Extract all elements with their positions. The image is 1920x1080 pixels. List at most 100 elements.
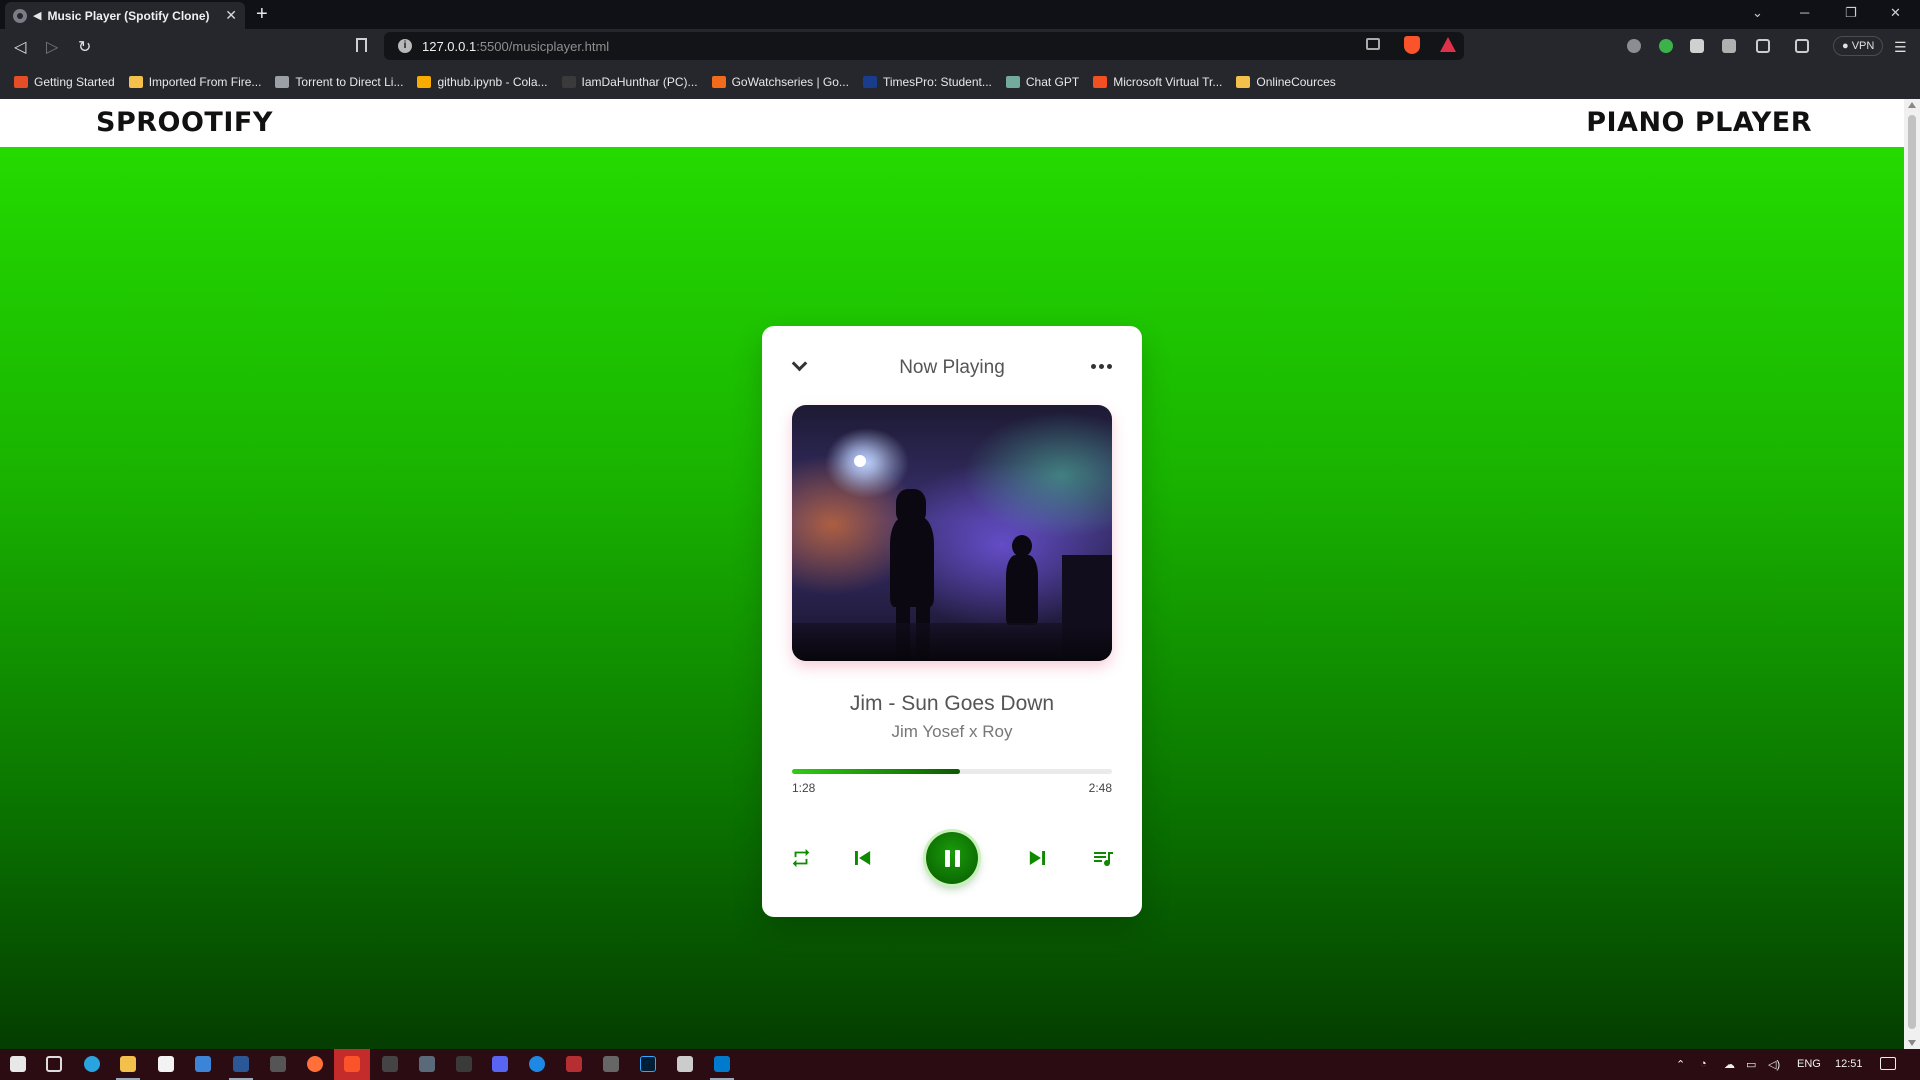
edge-icon[interactable]: [84, 1056, 100, 1072]
notification-icon[interactable]: [1880, 1057, 1896, 1070]
site-info-icon[interactable]: i: [398, 39, 412, 53]
onedrive-icon[interactable]: ☁: [1724, 1058, 1735, 1071]
page-scrollbar[interactable]: [1904, 99, 1920, 1049]
brave-rewards-icon[interactable]: [1440, 37, 1456, 52]
bookmark-label: Imported From Fire...: [148, 75, 262, 89]
bookmark-item[interactable]: OnlineCources: [1236, 75, 1336, 89]
nav-piano-player[interactable]: PIANO PLAYER: [1586, 107, 1812, 138]
more-options-icon[interactable]: [1091, 364, 1112, 369]
discord-icon[interactable]: [492, 1056, 508, 1072]
bookmark-item[interactable]: github.ipynb - Cola...: [417, 75, 548, 89]
close-window-button[interactable]: ✕: [1890, 5, 1901, 21]
bookmark-item[interactable]: TimesPro: Student...: [862, 75, 992, 89]
bookmark-favicon-icon: [417, 76, 432, 88]
forward-icon[interactable]: ▷: [46, 37, 58, 57]
queue-button[interactable]: [1088, 832, 1118, 884]
next-button[interactable]: [1018, 832, 1058, 884]
tab-search-icon[interactable]: ⌄: [1752, 5, 1763, 21]
scroll-up-icon[interactable]: [1908, 102, 1916, 108]
app-icon[interactable]: [529, 1056, 545, 1072]
previous-button[interactable]: [842, 832, 882, 884]
bookmark-item[interactable]: Torrent to Direct Li...: [275, 75, 403, 89]
file-explorer-icon[interactable]: [120, 1056, 136, 1072]
scroll-down-icon[interactable]: [1908, 1040, 1916, 1046]
bookmark-label: Getting Started: [34, 75, 115, 89]
player-header: Now Playing: [762, 354, 1142, 382]
bookmark-label: GoWatchseries | Go...: [731, 75, 849, 89]
clock[interactable]: 12:51: [1835, 1058, 1863, 1070]
store-icon[interactable]: [158, 1056, 174, 1072]
bookmark-item[interactable]: Imported From Fire...: [128, 75, 262, 89]
speaker-icon[interactable]: ◀︎: [33, 9, 41, 22]
task-view-icon[interactable]: [46, 1056, 62, 1072]
guitarist-head: [1012, 535, 1032, 557]
puzzle-icon[interactable]: [1690, 39, 1704, 53]
start-icon[interactable]: [10, 1056, 26, 1072]
vpn-label: VPN: [1851, 40, 1875, 52]
outlook-icon[interactable]: [233, 1056, 249, 1072]
back-icon[interactable]: ◁: [14, 37, 26, 57]
vscode-icon[interactable]: [714, 1056, 730, 1072]
browser-tab[interactable]: ◀︎ Music Player (Spotify Clone) ✕: [5, 2, 245, 29]
repeat-button[interactable]: [786, 832, 816, 884]
site-header: SPROOTIFY PIANO PLAYER: [0, 99, 1904, 147]
network-icon[interactable]: ◔: [1700, 1058, 1707, 1070]
site-logo[interactable]: SPROOTIFY: [96, 107, 273, 138]
pause-button[interactable]: [926, 832, 978, 884]
bookmark-label: TimesPro: Student...: [882, 75, 992, 89]
battery-icon[interactable]: ▭: [1746, 1058, 1756, 1071]
firefox-icon[interactable]: [307, 1056, 323, 1072]
brave-shields-icon[interactable]: [1404, 36, 1420, 54]
bookmark-item[interactable]: Getting Started: [14, 75, 115, 89]
bookmark-item[interactable]: Microsoft Virtual Tr...: [1093, 75, 1222, 89]
wallet-icon[interactable]: [1795, 39, 1809, 53]
globe-icon: [13, 8, 27, 23]
artist-name: Jim Yosef x Roy: [891, 722, 1013, 741]
address-bar[interactable]: i 127.0.0.1 :5500/musicplayer.html: [384, 32, 1464, 60]
app-icon[interactable]: [603, 1056, 619, 1072]
bookmark-label: Microsoft Virtual Tr...: [1113, 75, 1223, 89]
bookmark-item[interactable]: IamDaHunthar (PC)...: [561, 75, 698, 89]
mail-icon[interactable]: [195, 1056, 211, 1072]
new-tab-button[interactable]: +: [256, 4, 268, 24]
app-icon[interactable]: [270, 1056, 286, 1072]
app-icon[interactable]: [456, 1056, 472, 1072]
volume-icon[interactable]: ◁): [1768, 1058, 1780, 1071]
reload-icon[interactable]: ↻: [78, 37, 91, 57]
skip-next-icon: [1029, 851, 1045, 865]
progress-bar[interactable]: [792, 769, 1112, 774]
repeat-icon: [792, 848, 810, 868]
angular-icon[interactable]: [566, 1056, 582, 1072]
share-icon[interactable]: [1366, 38, 1380, 50]
language-indicator[interactable]: ENG: [1797, 1058, 1821, 1070]
scroll-thumb[interactable]: [1908, 115, 1916, 1029]
bookmark-icon[interactable]: [356, 38, 367, 52]
bookmark-label: Torrent to Direct Li...: [295, 75, 404, 89]
bookmark-favicon-icon: [711, 76, 726, 88]
brave-taskbar-icon[interactable]: [344, 1056, 360, 1072]
app-icon[interactable]: [382, 1056, 398, 1072]
tray-overflow-icon[interactable]: ⌃: [1676, 1058, 1685, 1071]
url-path: :5500/musicplayer.html: [476, 38, 610, 54]
bookmark-item[interactable]: GoWatchseries | Go...: [711, 75, 849, 89]
stage-light: [854, 455, 866, 467]
app-icon[interactable]: [419, 1056, 435, 1072]
app-icon[interactable]: [677, 1056, 693, 1072]
progress-fill: [792, 769, 960, 774]
menu-icon[interactable]: ☰: [1894, 39, 1907, 56]
playlist-icon[interactable]: [1722, 39, 1736, 53]
bookmark-favicon-icon: [862, 76, 877, 88]
skip-previous-icon: [855, 851, 871, 865]
vpn-button[interactable]: ● VPN: [1833, 36, 1884, 56]
extension-icon[interactable]: [1659, 39, 1673, 53]
bookmark-label: Chat GPT: [1025, 75, 1080, 89]
translate-icon[interactable]: [1627, 39, 1641, 53]
tab-close-icon[interactable]: ✕: [225, 7, 237, 24]
minimize-button[interactable]: ─: [1800, 5, 1809, 20]
windows-taskbar: ⌃ ◔ ☁ ▭ ◁) ENG 12:51: [0, 1049, 1920, 1080]
photoshop-icon[interactable]: [640, 1056, 656, 1072]
bookmark-label: IamDaHunthar (PC)...: [581, 75, 698, 89]
restore-button[interactable]: ❐: [1845, 5, 1857, 21]
bookmark-item[interactable]: Chat GPT: [1005, 75, 1080, 89]
sidebar-icon[interactable]: [1756, 39, 1770, 53]
